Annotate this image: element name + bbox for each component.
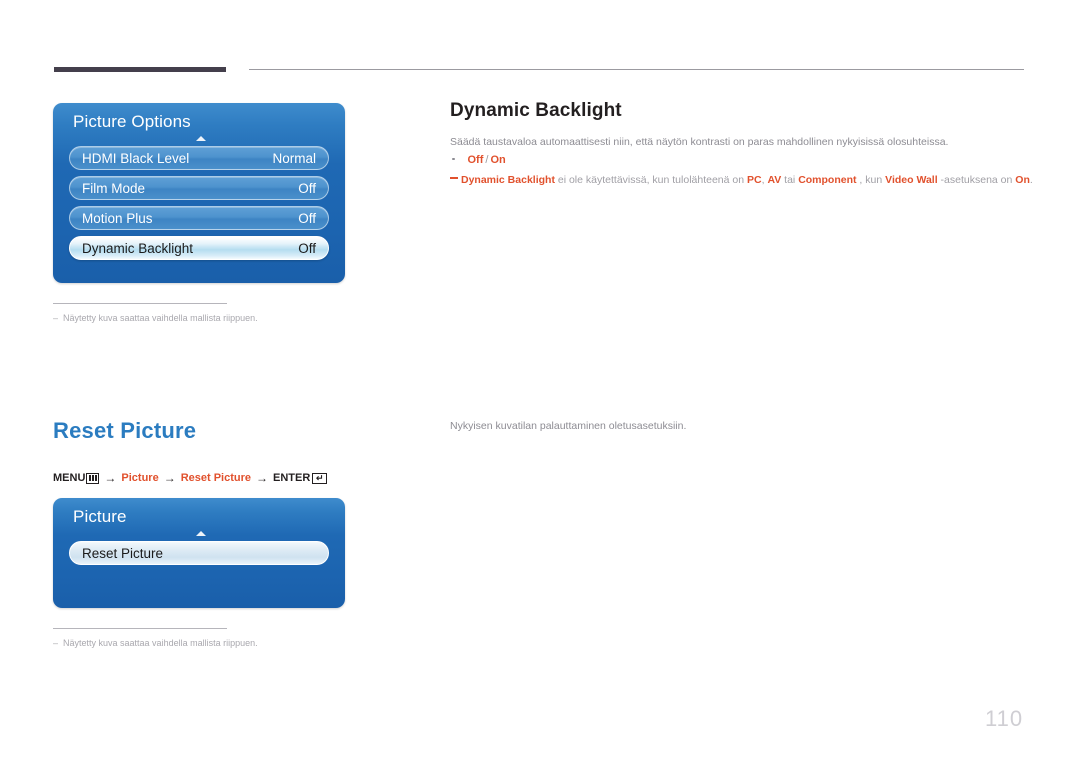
option-off: Off	[467, 154, 484, 166]
menu-path-arrow-3: →	[256, 471, 268, 485]
menu-path-arrow-1: →	[104, 471, 117, 485]
osd-row-label: Motion Plus	[82, 210, 153, 226]
note-term: Dynamic Backlight	[461, 174, 555, 186]
note-text-6: .	[1029, 174, 1033, 186]
note-text-1: ei ole käytettävissä, kun tulolähteenä o…	[554, 174, 747, 186]
footnote-text: Näytetty kuva saattaa vaihdella mallista…	[53, 313, 258, 323]
scroll-up-arrow-icon[interactable]	[196, 531, 206, 536]
dynamic-backlight-note: Dynamic Backlight ei ole käytettävissä, …	[450, 174, 1033, 186]
note-dash-icon	[450, 177, 458, 179]
note-text-4: , kun	[856, 174, 886, 186]
menu-grid-icon	[86, 472, 100, 484]
reset-picture-description: Nykyisen kuvatilan palauttaminen oletusa…	[450, 420, 687, 432]
footnote-rule	[53, 303, 227, 304]
option-on: On	[490, 154, 506, 166]
osd-row-value: Normal	[272, 150, 316, 166]
osd-title-picture: Picture	[73, 507, 127, 526]
osd-title-picture-options: Picture Options	[73, 112, 191, 131]
osd-row-dynamic-backlight[interactable]: Dynamic Backlight Off	[69, 236, 329, 260]
menu-path-reset-picture: MENU → Picture → Reset Picture → ENTER ↵	[53, 471, 328, 485]
osd-row-label: Dynamic Backlight	[82, 240, 194, 256]
osd-row-list: Reset Picture	[69, 541, 329, 571]
osd-row-list: HDMI Black Level Normal Film Mode Off Mo…	[69, 146, 329, 266]
header-accent-bar	[54, 67, 226, 72]
section-title-reset-picture: Reset Picture	[53, 418, 197, 443]
page-number: 110	[985, 706, 1024, 731]
menu-path-arrow-2: →	[163, 471, 176, 485]
footnote-picture-options: Näytetty kuva saattaa vaihdella mallista…	[53, 303, 258, 323]
osd-row-label: Reset Picture	[82, 545, 164, 561]
osd-row-label: Film Mode	[82, 180, 146, 196]
option-separator: /	[485, 154, 489, 166]
osd-panel-picture: Picture Reset Picture	[53, 498, 345, 608]
dynamic-backlight-options: Off / On	[452, 154, 506, 166]
osd-row-reset-picture[interactable]: Reset Picture	[69, 541, 329, 565]
osd-row-film-mode[interactable]: Film Mode Off	[69, 176, 329, 200]
header-divider-rule	[249, 69, 1024, 70]
menu-path-step-picture: Picture	[121, 472, 159, 484]
note-text-5: -asetuksena on	[937, 174, 1016, 186]
note-source-av: AV	[767, 174, 782, 186]
menu-path-menu-label: MENU	[53, 472, 86, 484]
scroll-up-arrow-icon[interactable]	[196, 136, 206, 141]
enter-key-icon: ↵	[312, 472, 328, 484]
menu-path-step-reset-picture: Reset Picture	[180, 472, 251, 484]
page-title-dynamic-backlight: Dynamic Backlight	[450, 100, 622, 121]
osd-row-value: Off	[298, 240, 316, 256]
menu-path-enter-label: ENTER	[273, 472, 311, 484]
note-source-pc: PC	[747, 174, 762, 186]
osd-row-value: Off	[298, 180, 316, 196]
bullet-dot-icon	[452, 157, 455, 161]
note-setting-video-wall: Video Wall	[885, 174, 938, 186]
footnote-text: Näytetty kuva saattaa vaihdella mallista…	[53, 638, 258, 648]
footnote-picture: Näytetty kuva saattaa vaihdella mallista…	[53, 628, 258, 648]
note-source-component: Component	[798, 174, 857, 186]
osd-row-value: Off	[298, 210, 316, 226]
dynamic-backlight-description: Säädä taustavaloa automaattisesti niin, …	[450, 136, 949, 148]
osd-row-motion-plus[interactable]: Motion Plus Off	[69, 206, 329, 230]
note-value-on: On	[1015, 174, 1030, 186]
note-text-3: tai	[781, 174, 799, 186]
osd-row-label: HDMI Black Level	[82, 150, 190, 166]
osd-panel-picture-options: Picture Options HDMI Black Level Normal …	[53, 103, 345, 283]
footnote-rule	[53, 628, 227, 629]
osd-row-hdmi-black-level[interactable]: HDMI Black Level Normal	[69, 146, 329, 170]
